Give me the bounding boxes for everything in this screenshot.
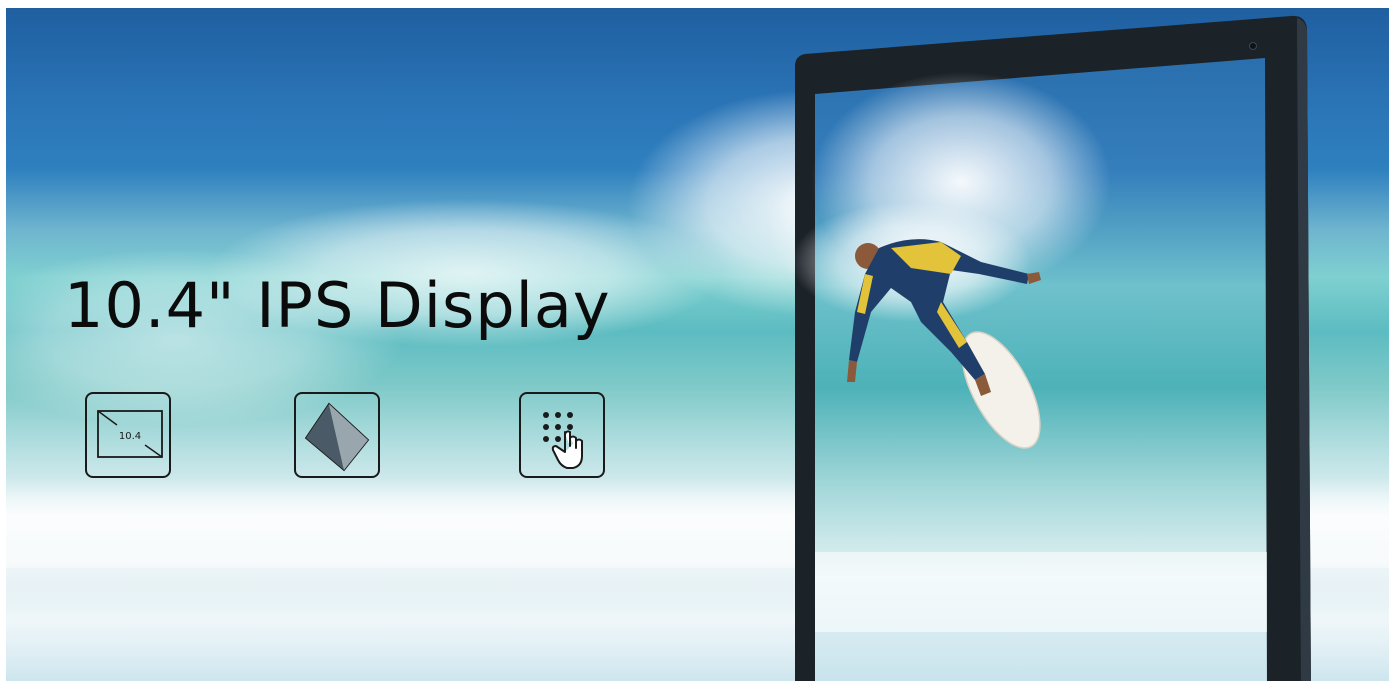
screen-size-icon: 10.4 — [85, 392, 171, 478]
screen-size-label: 10.4 — [119, 431, 141, 442]
ips-panel-icon — [294, 392, 380, 478]
display-headline: 10.4" IPS Display — [64, 269, 611, 342]
tablet-device — [791, 12, 1313, 681]
product-banner: 10.4" IPS Display 10.4 — [6, 8, 1389, 681]
multi-touch-icon — [519, 392, 605, 478]
